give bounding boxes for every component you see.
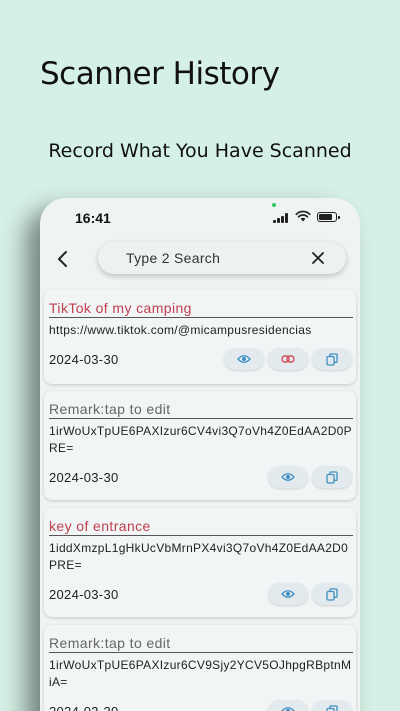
view-button[interactable] (268, 583, 308, 605)
wifi-icon (295, 210, 311, 222)
eye-icon (237, 355, 251, 363)
eye-icon (281, 707, 295, 711)
status-time: 16:41 (75, 210, 111, 226)
card-actions (224, 348, 352, 370)
promo-subline: Record What You Have Scanned (48, 140, 352, 162)
scan-date: 2024-03-30 (49, 352, 119, 367)
view-button[interactable] (224, 348, 264, 370)
search-input[interactable] (126, 250, 296, 266)
scan-content: 1irWoUxTpUE6PAXIzur6CV4vi3Q7oVh4Z0EdAA2D… (49, 424, 352, 455)
scan-content: https://www.tiktok.com/@micampusresidenc… (49, 323, 312, 337)
card-actions (268, 583, 352, 605)
back-button[interactable] (52, 248, 74, 270)
copy-button[interactable] (312, 583, 352, 605)
card-actions (268, 700, 352, 711)
close-icon[interactable] (310, 250, 326, 266)
view-button[interactable] (268, 700, 308, 711)
battery-level (319, 214, 333, 220)
remark-field[interactable]: TikTok of my camping (49, 300, 353, 318)
search-bar (98, 242, 346, 274)
copy-button[interactable] (312, 700, 352, 711)
history-card[interactable]: TikTok of my camping https://www.tiktok.c… (44, 290, 356, 384)
eye-icon (281, 590, 295, 598)
status-bar: 16:41 (40, 198, 360, 238)
scan-date: 2024-03-30 (49, 587, 119, 602)
copy-icon (326, 587, 338, 601)
scan-content: 1irWoUxTpUE6PAXIzur6CV9Sjy2YCV5OJhpgRBpt… (49, 658, 352, 689)
open-link-button[interactable] (268, 348, 308, 370)
scan-content: 1iddXmzpL1gHkUcVbMrnPX4vi3Q7oVh4Z0EdAA2D… (49, 541, 349, 572)
history-card[interactable]: Remark:tap to edit 1irWoUxTpUE6PAXIzur6CV… (44, 391, 356, 500)
eye-icon (281, 473, 295, 481)
copy-icon (326, 352, 338, 366)
view-button[interactable] (268, 466, 308, 488)
remark-field[interactable]: Remark:tap to edit (49, 635, 353, 653)
copy-button[interactable] (312, 348, 352, 370)
copy-button[interactable] (312, 466, 352, 488)
promo-headline: Scanner History (40, 56, 280, 92)
privacy-indicator-icon (272, 203, 276, 207)
history-card[interactable]: key of entrance 1iddXmzpL1gHkUcVbMrnPX4vi… (44, 508, 356, 617)
link-icon (281, 355, 295, 363)
cellular-signal-icon (273, 212, 288, 223)
scan-date: 2024-03-30 (49, 470, 119, 485)
copy-icon (326, 704, 338, 711)
phone-screen: 16:41 TikTok of my camping https://www.ti… (40, 198, 360, 711)
chevron-left-icon (58, 251, 67, 267)
remark-field[interactable]: key of entrance (49, 518, 353, 536)
scan-date: 2024-03-30 (49, 704, 119, 711)
card-actions (268, 466, 352, 488)
battery-icon (317, 212, 340, 222)
history-card[interactable]: Remark:tap to edit 1irWoUxTpUE6PAXIzur6CV… (44, 625, 356, 711)
copy-icon (326, 470, 338, 484)
remark-field[interactable]: Remark:tap to edit (49, 401, 353, 419)
